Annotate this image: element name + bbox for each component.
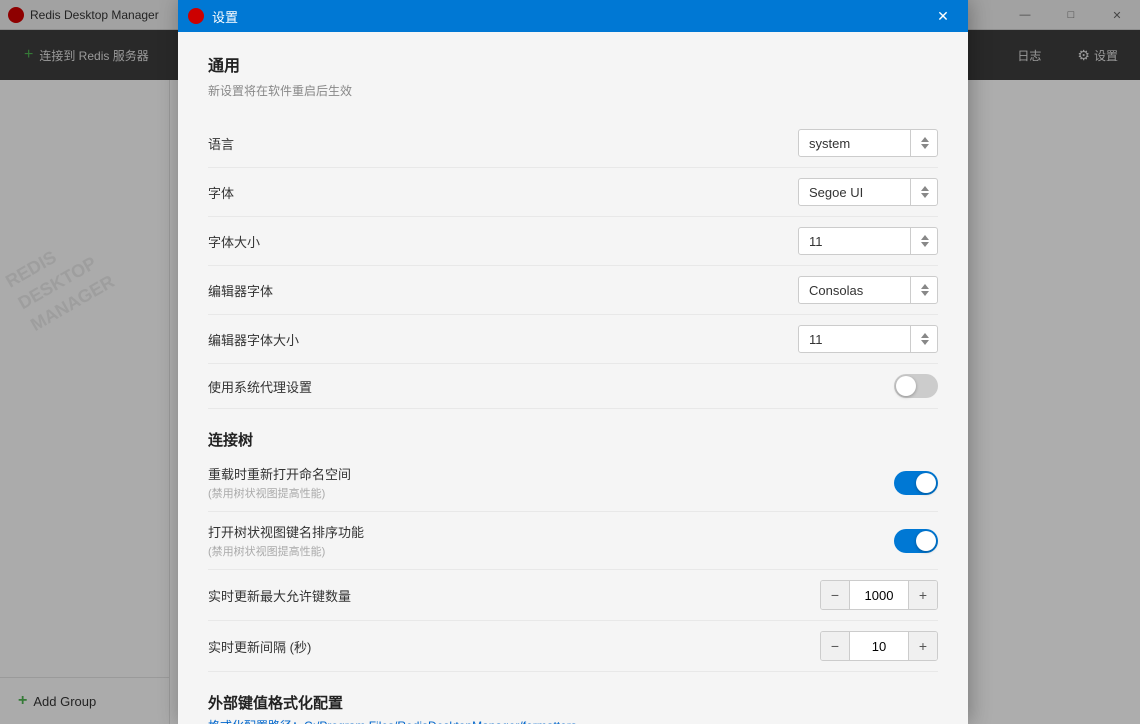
system-proxy-toggle[interactable]	[894, 374, 938, 398]
system-proxy-control	[894, 374, 938, 398]
font-control: Segoe UI	[798, 178, 938, 206]
font-size-select-control[interactable]: 11	[798, 227, 938, 255]
sort-keys-toggle[interactable]	[894, 529, 938, 553]
arrow-up-icon	[921, 284, 929, 289]
update-interval-stepper: − 10 +	[820, 631, 938, 661]
formatters-path-value: C:/Program Files/RedisDesktopManager/for…	[304, 719, 577, 724]
arrow-up-icon	[921, 235, 929, 240]
update-interval-label: 实时更新间隔 (秒)	[208, 637, 820, 656]
dialog-app-icon	[188, 8, 204, 24]
font-size-setting-row: 字体大小 11	[208, 217, 938, 266]
general-section-subtitle: 新设置将在软件重启后生效	[208, 82, 938, 99]
update-interval-value: 10	[849, 632, 909, 660]
toggle-knob	[896, 376, 916, 396]
editor-font-select-control[interactable]: Consolas	[798, 276, 938, 304]
language-setting-row: 语言 system	[208, 119, 938, 168]
editor-font-size-label: 编辑器字体大小	[208, 330, 798, 349]
system-proxy-setting-row: 使用系统代理设置	[208, 364, 938, 409]
max-keys-label: 实时更新最大允许键数量	[208, 586, 820, 605]
toggle-knob	[916, 473, 936, 493]
arrow-down-icon	[921, 193, 929, 198]
tree-section-title: 连接树	[208, 429, 938, 450]
font-setting-row: 字体 Segoe UI	[208, 168, 938, 217]
reload-namespace-control	[894, 471, 938, 495]
max-keys-row: 实时更新最大允许键数量 − 1000 +	[208, 570, 938, 621]
formatters-path: 格式化配置路径：C:/Program Files/RedisDesktopMan…	[208, 717, 938, 724]
editor-font-size-setting-row: 编辑器字体大小 11	[208, 315, 938, 364]
editor-font-label: 编辑器字体	[208, 281, 798, 300]
editor-font-control: Consolas	[798, 276, 938, 304]
editor-font-size-control: 11	[798, 325, 938, 353]
font-select-arrows	[910, 178, 938, 206]
reload-namespace-toggle[interactable]	[894, 471, 938, 495]
sort-keys-sub-label: (禁用树状视图提高性能)	[208, 543, 894, 559]
dialog-content[interactable]: 通用 新设置将在软件重启后生效 语言 system 字体	[178, 32, 968, 724]
reload-namespace-row: 重载时重新打开命名空间 (禁用树状视图提高性能)	[208, 454, 938, 512]
language-label: 语言	[208, 134, 798, 153]
max-keys-control: − 1000 +	[820, 580, 938, 610]
update-interval-increment-button[interactable]: +	[909, 632, 937, 660]
arrow-down-icon	[921, 291, 929, 296]
update-interval-row: 实时更新间隔 (秒) − 10 +	[208, 621, 938, 672]
reload-namespace-label: 重载时重新打开命名空间 (禁用树状视图提高性能)	[208, 464, 894, 501]
language-control: system	[798, 129, 938, 157]
sort-keys-control	[894, 529, 938, 553]
editor-font-setting-row: 编辑器字体 Consolas	[208, 266, 938, 315]
toggle-knob	[916, 531, 936, 551]
arrow-up-icon	[921, 186, 929, 191]
font-size-control: 11	[798, 227, 938, 255]
update-interval-control: − 10 +	[820, 631, 938, 661]
arrow-up-icon	[921, 333, 929, 338]
max-keys-value: 1000	[849, 581, 909, 609]
arrow-down-icon	[921, 242, 929, 247]
system-proxy-label: 使用系统代理设置	[208, 377, 894, 396]
font-size-label: 字体大小	[208, 232, 798, 251]
arrow-up-icon	[921, 137, 929, 142]
language-select-control[interactable]: system	[798, 129, 938, 157]
font-label: 字体	[208, 183, 798, 202]
max-keys-stepper: − 1000 +	[820, 580, 938, 610]
formatters-path-label: 格式化配置路径：	[208, 719, 304, 724]
editor-font-size-select-arrows	[910, 325, 938, 353]
formatters-section-title: 外部键值格式化配置	[208, 692, 938, 713]
max-keys-decrement-button[interactable]: −	[821, 581, 849, 609]
font-select-control[interactable]: Segoe UI	[798, 178, 938, 206]
dialog-title: 设置	[212, 7, 928, 26]
settings-dialog: 设置 ✕ 通用 新设置将在软件重启后生效 语言 system	[178, 0, 968, 724]
sort-keys-label: 打开树状视图键名排序功能 (禁用树状视图提高性能)	[208, 522, 894, 559]
formatters-section: 外部键值格式化配置 格式化配置路径：C:/Program Files/Redis…	[208, 692, 938, 724]
font-size-select-arrows	[910, 227, 938, 255]
sort-keys-row: 打开树状视图键名排序功能 (禁用树状视图提高性能)	[208, 512, 938, 570]
max-keys-increment-button[interactable]: +	[909, 581, 937, 609]
dialog-titlebar: 设置 ✕	[178, 0, 968, 32]
reload-namespace-main-label: 重载时重新打开命名空间	[208, 464, 894, 483]
arrow-down-icon	[921, 340, 929, 345]
reload-namespace-sub-label: (禁用树状视图提高性能)	[208, 485, 894, 501]
arrow-down-icon	[921, 144, 929, 149]
dialog-close-button[interactable]: ✕	[928, 1, 958, 31]
language-select-arrows	[910, 129, 938, 157]
editor-font-select-arrows	[910, 276, 938, 304]
update-interval-decrement-button[interactable]: −	[821, 632, 849, 660]
general-section-title: 通用	[208, 52, 938, 76]
editor-font-size-select-control[interactable]: 11	[798, 325, 938, 353]
sort-keys-main-label: 打开树状视图键名排序功能	[208, 522, 894, 541]
